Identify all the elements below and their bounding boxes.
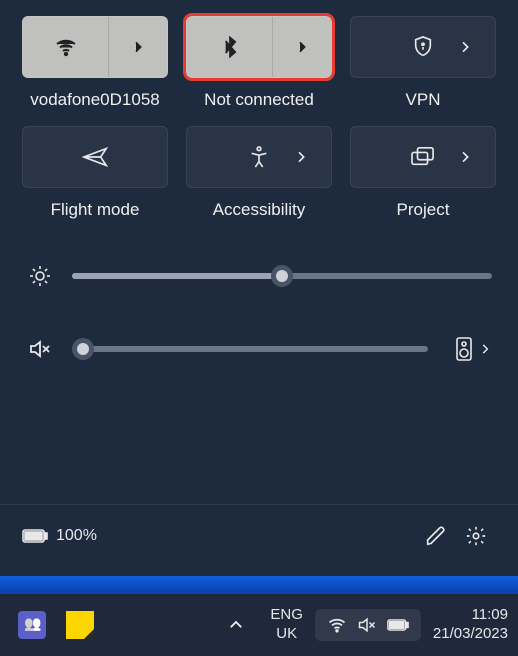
tile-vpn[interactable] xyxy=(350,16,496,78)
tile-wifi[interactable] xyxy=(22,16,168,78)
clock-date: 21/03/2023 xyxy=(433,625,508,644)
lang-bottom: UK xyxy=(270,625,303,644)
brightness-thumb[interactable] xyxy=(271,265,293,287)
brightness-slider[interactable] xyxy=(72,273,492,279)
chevron-right-icon xyxy=(457,39,473,55)
accent-bar xyxy=(0,576,518,594)
language-indicator[interactable]: ENG UK xyxy=(262,606,311,644)
tile-toggle-vpn[interactable] xyxy=(351,17,495,77)
battery-icon xyxy=(22,527,48,545)
tile-expand-project[interactable] xyxy=(457,149,473,165)
tile-expand-wifi[interactable] xyxy=(109,39,167,55)
taskbar-app-teams[interactable] xyxy=(10,603,54,647)
tile-toggle-bluetooth[interactable] xyxy=(187,17,273,77)
tile-expand-vpn[interactable] xyxy=(457,39,473,55)
tile-wrap-wifi: vodafone0D1058 xyxy=(22,16,168,110)
bottom-bar: 100% xyxy=(0,504,518,566)
tile-label-flight: Flight mode xyxy=(51,200,140,220)
settings-button[interactable] xyxy=(456,516,496,556)
tile-wrap-project: Project xyxy=(350,126,496,220)
battery-tray-icon xyxy=(387,617,409,633)
wifi-tray-icon xyxy=(327,615,347,635)
clock-time: 11:09 xyxy=(433,606,508,625)
tile-toggle-flight[interactable] xyxy=(23,127,167,187)
volume-thumb[interactable] xyxy=(72,338,94,360)
tile-toggle-accessibility[interactable] xyxy=(187,127,331,187)
volume-mute-icon xyxy=(26,337,54,361)
bluetooth-icon xyxy=(219,34,241,60)
volume-slider-row xyxy=(26,336,492,362)
pencil-icon xyxy=(425,525,447,547)
tile-wrap-bluetooth: Not connected xyxy=(186,16,332,110)
tile-expand-bluetooth[interactable] xyxy=(273,39,331,55)
tile-label-vpn: VPN xyxy=(406,90,441,110)
tile-bluetooth[interactable] xyxy=(186,16,332,78)
sliders-section xyxy=(22,264,496,362)
project-icon xyxy=(410,146,436,168)
system-tray[interactable] xyxy=(315,609,421,641)
chevron-right-icon xyxy=(457,149,473,165)
tile-accessibility[interactable] xyxy=(186,126,332,188)
tile-label-wifi: vodafone0D1058 xyxy=(30,90,160,110)
airplane-icon xyxy=(82,145,108,169)
battery-status[interactable]: 100% xyxy=(22,527,97,545)
tile-flight[interactable] xyxy=(22,126,168,188)
tile-label-bluetooth: Not connected xyxy=(204,90,314,110)
shield-icon xyxy=(412,35,434,59)
tile-toggle-project[interactable] xyxy=(351,127,495,187)
tile-expand-accessibility[interactable] xyxy=(293,149,309,165)
tile-label-project: Project xyxy=(397,200,450,220)
tile-wrap-vpn: VPN xyxy=(350,16,496,110)
taskbar: ENG UK 11:09 21/03/2023 xyxy=(0,594,518,656)
chevron-right-icon xyxy=(130,39,146,55)
accessibility-icon xyxy=(248,145,270,169)
taskbar-app-notes[interactable] xyxy=(58,603,102,647)
brightness-icon xyxy=(26,264,54,288)
volume-slider[interactable] xyxy=(72,346,428,352)
audio-output-icon[interactable] xyxy=(454,336,474,362)
tile-project[interactable] xyxy=(350,126,496,188)
chevron-right-icon xyxy=(294,39,310,55)
clock[interactable]: 11:09 21/03/2023 xyxy=(425,606,508,644)
wifi-icon xyxy=(54,35,78,59)
tile-wrap-flight: Flight mode xyxy=(22,126,168,220)
quick-settings-panel: vodafone0D1058 Not connected VPN Flight mod… xyxy=(0,0,518,362)
gear-icon xyxy=(465,525,487,547)
tile-grid: vodafone0D1058 Not connected VPN Flight mod… xyxy=(22,16,496,220)
edit-button[interactable] xyxy=(416,516,456,556)
brightness-slider-row xyxy=(26,264,492,288)
lang-top: ENG xyxy=(270,606,303,625)
tile-wrap-accessibility: Accessibility xyxy=(186,126,332,220)
chevron-right-icon xyxy=(293,149,309,165)
chevron-up-icon xyxy=(227,616,245,634)
battery-percent: 100% xyxy=(56,527,97,545)
tray-overflow-button[interactable] xyxy=(214,603,258,647)
tile-label-accessibility: Accessibility xyxy=(213,200,306,220)
chevron-right-icon[interactable] xyxy=(478,342,492,356)
tile-toggle-wifi[interactable] xyxy=(23,17,109,77)
volume-tray-icon xyxy=(357,615,377,635)
